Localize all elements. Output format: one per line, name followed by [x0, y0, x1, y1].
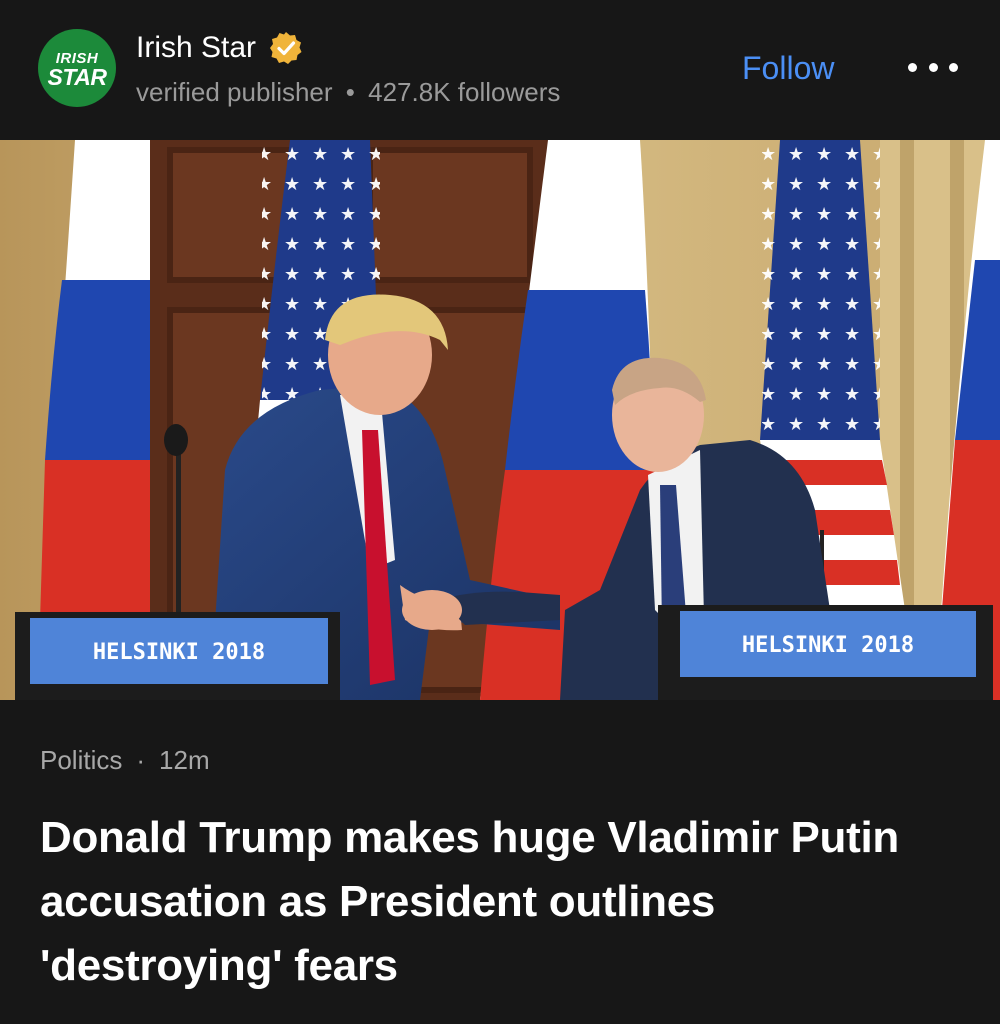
verified-badge-icon — [268, 30, 304, 66]
more-options-icon[interactable] — [908, 52, 958, 82]
category-label[interactable]: Politics — [40, 745, 122, 775]
right-podium-label: HELSINKI 2018 — [742, 633, 914, 658]
publisher-logo[interactable]: IRISH STAR — [38, 29, 116, 107]
meta-dot: · — [136, 745, 146, 775]
meta-separator: • — [345, 77, 355, 107]
article-meta: Politics · 12m — [40, 744, 210, 776]
article-headline[interactable]: Donald Trump makes huge Vladimir Putin a… — [40, 806, 960, 998]
follow-button[interactable]: Follow — [742, 48, 834, 88]
article-photo[interactable]: ★ — [0, 140, 1000, 700]
timestamp: 12m — [159, 745, 210, 775]
publisher-status: verified publisher — [136, 77, 333, 107]
follower-count: 427.8K followers — [368, 77, 561, 107]
publisher-header: IRISH STAR Irish Star verified publisher… — [0, 0, 1000, 140]
publisher-name[interactable]: Irish Star — [136, 30, 256, 66]
logo-text-bottom: STAR — [47, 63, 107, 90]
publisher-meta: verified publisher • 427.8K followers — [136, 76, 560, 108]
left-podium-label: HELSINKI 2018 — [93, 640, 265, 665]
publisher-name-row[interactable]: Irish Star — [136, 30, 304, 66]
